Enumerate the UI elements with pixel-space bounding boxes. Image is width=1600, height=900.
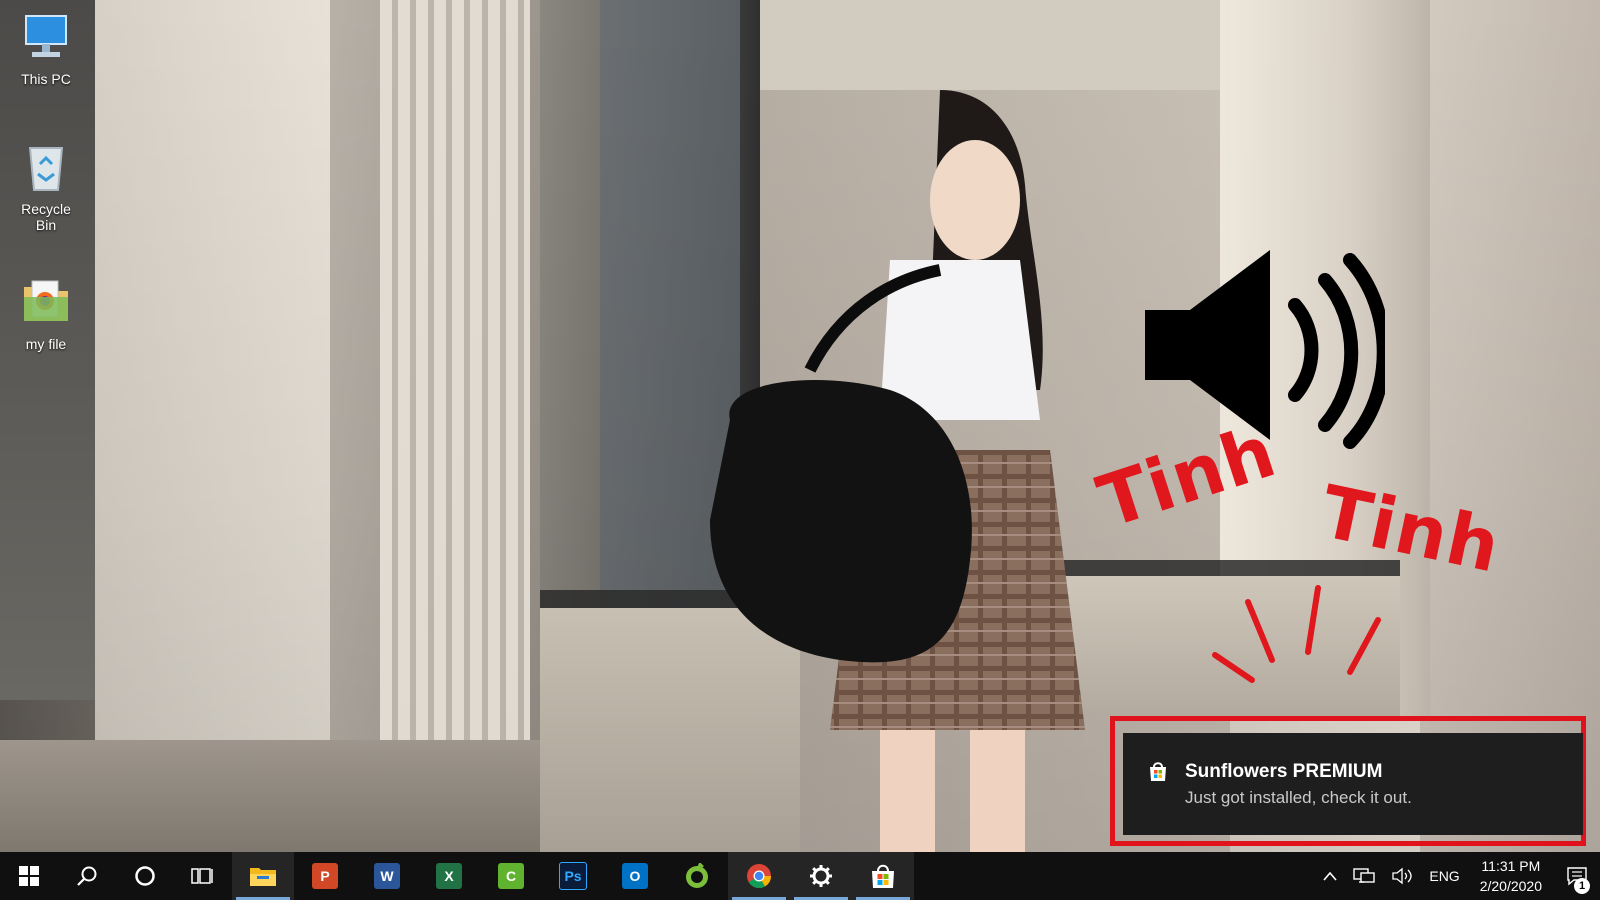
outlook-icon: O bbox=[622, 863, 648, 889]
action-center-button[interactable]: 1 bbox=[1554, 852, 1600, 900]
system-tray: ENG 11:31 PM 2/20/2020 1 bbox=[1315, 852, 1600, 900]
search-button[interactable] bbox=[58, 852, 116, 900]
taskbar-app-file-explorer[interactable] bbox=[232, 852, 294, 900]
coc-coc-browser-icon bbox=[686, 863, 708, 888]
taskbar-app-settings[interactable] bbox=[790, 852, 852, 900]
volume-button[interactable] bbox=[1383, 852, 1421, 900]
taskbar-app-chrome[interactable] bbox=[728, 852, 790, 900]
taskbar-app-coc-coc[interactable] bbox=[666, 852, 728, 900]
person-figure bbox=[710, 90, 1085, 852]
clock-date: 2/20/2020 bbox=[1479, 878, 1542, 894]
notification-count-badge: 1 bbox=[1574, 878, 1590, 894]
desktop-background: This PC Recycle Bin my file Tinh Tinh Su… bbox=[0, 0, 1600, 900]
camtasia-icon: C bbox=[498, 863, 524, 889]
taskbar-app-excel[interactable]: X bbox=[418, 852, 480, 900]
word-icon: W bbox=[374, 863, 400, 889]
language-indicator[interactable]: ENG bbox=[1421, 852, 1467, 900]
notification-title: Sunflowers PREMIUM bbox=[1185, 761, 1383, 782]
floor bbox=[0, 740, 540, 852]
recycle-bin-icon bbox=[28, 147, 64, 191]
sound-text-left: Tinh bbox=[1088, 408, 1286, 545]
gear-icon bbox=[810, 865, 832, 887]
notification-body: Just got installed, check it out. bbox=[1185, 788, 1412, 807]
task-view-icon bbox=[191, 868, 213, 884]
desktop-icon-label: Recycle Bin bbox=[21, 201, 71, 233]
speaker-volume-icon bbox=[1145, 250, 1385, 449]
folder-icon bbox=[24, 280, 68, 321]
taskbar-app-camtasia[interactable]: C bbox=[480, 852, 542, 900]
taskbar-app-outlook[interactable]: O bbox=[604, 852, 666, 900]
back-wall bbox=[760, 0, 1220, 90]
sound-rays-decoration bbox=[1212, 585, 1381, 683]
chrome-icon bbox=[747, 864, 771, 889]
taskbar-app-word[interactable]: W bbox=[356, 852, 418, 900]
taskbar: P W X C Ps O ENG 11:31 PM 2/20/2020 1 bbox=[0, 852, 1600, 900]
start-button[interactable] bbox=[0, 852, 58, 900]
chevron-up-icon bbox=[1323, 871, 1337, 881]
clock[interactable]: 11:31 PM 2/20/2020 bbox=[1468, 852, 1554, 900]
search-icon bbox=[77, 866, 97, 886]
show-hidden-icons-button[interactable] bbox=[1315, 852, 1345, 900]
desktop-icon-my-file[interactable]: my file bbox=[10, 275, 82, 352]
taskbar-app-powerpoint[interactable]: P bbox=[294, 852, 356, 900]
taskbar-app-microsoft-store[interactable] bbox=[852, 852, 914, 900]
powerpoint-icon: P bbox=[312, 863, 338, 889]
volume-icon bbox=[1392, 867, 1413, 885]
desktop-icon-recycle-bin[interactable]: Recycle Bin bbox=[10, 140, 82, 233]
photoshop-icon: Ps bbox=[559, 862, 587, 890]
excel-icon: X bbox=[436, 863, 462, 889]
network-button[interactable] bbox=[1345, 852, 1383, 900]
microsoft-store-icon bbox=[872, 864, 894, 888]
cortana-button[interactable] bbox=[116, 852, 174, 900]
clock-time: 11:31 PM bbox=[1481, 858, 1541, 874]
microsoft-store-icon bbox=[1150, 762, 1166, 781]
column-left bbox=[380, 0, 530, 852]
task-view-button[interactable] bbox=[174, 852, 232, 900]
desktop-icon-this-pc[interactable]: This PC bbox=[10, 10, 82, 87]
monitor-icon bbox=[25, 15, 67, 57]
windows-start-icon bbox=[19, 866, 39, 886]
cortana-icon bbox=[135, 866, 155, 886]
network-icon bbox=[1353, 868, 1376, 883]
desktop-icon-label: my file bbox=[25, 336, 67, 352]
file-explorer-icon bbox=[250, 868, 276, 886]
notification-toast[interactable]: Sunflowers PREMIUM Just got installed, c… bbox=[1123, 733, 1583, 835]
desktop-icon-label: This PC bbox=[21, 71, 71, 87]
taskbar-app-photoshop[interactable]: Ps bbox=[542, 852, 604, 900]
